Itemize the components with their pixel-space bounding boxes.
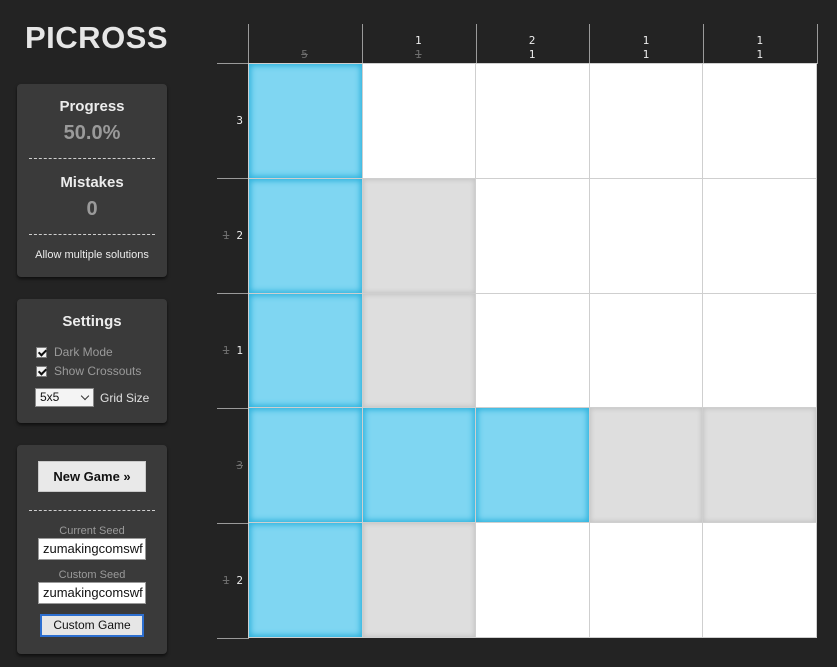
mistakes-value: 0	[86, 198, 98, 220]
grid-cell-empty[interactable]	[476, 178, 590, 294]
row-clue: 12	[217, 523, 243, 638]
column-clue: 5	[248, 24, 361, 62]
row-clue: 11	[217, 293, 243, 408]
grid-cell-empty[interactable]	[703, 293, 817, 409]
column-clue-divider	[817, 24, 818, 64]
puzzle-grid	[248, 63, 817, 638]
clue-number: 3	[236, 459, 243, 472]
progress-value: 50.0%	[63, 122, 121, 144]
row-clue: 3	[217, 63, 243, 178]
status-divider-1	[29, 158, 155, 159]
clue-number: 1	[222, 229, 230, 242]
show-crossouts-option[interactable]: Show Crossouts	[36, 364, 141, 378]
dark-mode-option[interactable]: Dark Mode	[36, 345, 113, 359]
grid-cell-empty[interactable]	[476, 293, 590, 409]
grid-cell-empty[interactable]	[476, 64, 590, 179]
clue-number: 1	[222, 344, 230, 357]
grid-cell-crossout[interactable]	[589, 408, 704, 524]
status-divider-2	[29, 234, 155, 235]
settings-panel: Settings Dark Mode Show Crossouts 5x5 Gr…	[17, 299, 167, 423]
allow-multiple-solutions-toggle[interactable]: Allow multiple solutions	[17, 249, 167, 261]
grid-cell-empty[interactable]	[589, 178, 704, 294]
grid-cell-empty[interactable]	[703, 523, 817, 638]
column-clue: 11	[362, 24, 475, 62]
dark-mode-checkbox[interactable]	[36, 346, 47, 358]
grid-cell-filled[interactable]	[249, 408, 363, 524]
grid-cell-empty[interactable]	[476, 523, 590, 638]
clue-number: 1	[528, 48, 536, 61]
clue-number: 1	[756, 48, 763, 61]
clue-number: 2	[528, 34, 536, 47]
grid-cell-filled[interactable]	[249, 178, 363, 294]
clue-number: 2	[236, 229, 243, 242]
current-seed-field[interactable]: zumakingcomswf	[38, 538, 146, 560]
grid-cell-filled[interactable]	[476, 408, 590, 524]
show-crossouts-checkbox[interactable]	[36, 365, 47, 377]
dark-mode-label: Dark Mode	[54, 345, 113, 359]
grid-cell-crossout[interactable]	[703, 408, 817, 524]
grid-cell-empty[interactable]	[703, 178, 817, 294]
row-clue-divider	[217, 638, 249, 639]
column-clue: 11	[589, 24, 702, 62]
grid-size-label: Grid Size	[100, 391, 150, 405]
clue-number: 1	[414, 34, 422, 47]
show-crossouts-label: Show Crossouts	[54, 364, 142, 378]
mistakes-label: Mistakes	[60, 174, 124, 191]
grid-cell-filled[interactable]	[362, 408, 477, 524]
app-title: PICROSS	[25, 20, 169, 55]
grid-cell-filled[interactable]	[249, 64, 363, 179]
grid-cell-filled[interactable]	[249, 293, 363, 409]
custom-seed-input[interactable]: zumakingcomswf	[38, 582, 146, 604]
grid-cell-empty[interactable]	[703, 64, 817, 179]
progress-label: Progress	[59, 98, 125, 115]
grid-cell-crossout[interactable]	[362, 293, 477, 409]
grid-size-select[interactable]: 5x5	[35, 388, 94, 407]
current-seed-label: Current Seed	[59, 525, 125, 537]
settings-heading: Settings	[62, 313, 122, 330]
game-panel: New Game » Current Seed zumakingcomswf C…	[17, 445, 167, 654]
grid-cell-filled[interactable]	[249, 523, 363, 638]
grid-cell-empty[interactable]	[589, 523, 704, 638]
clue-number: 1	[222, 574, 230, 587]
row-clue: 12	[217, 178, 243, 293]
custom-seed-label: Custom Seed	[58, 569, 126, 581]
puzzle-board: 511211111 31211312	[217, 24, 818, 639]
status-panel: Progress 50.0% Mistakes 0 Allow multiple…	[17, 84, 167, 277]
clue-number: 1	[236, 344, 243, 357]
chevron-down-icon	[80, 391, 90, 401]
clue-number: 5	[301, 48, 308, 61]
custom-game-button[interactable]: Custom Game	[40, 614, 144, 637]
row-clue: 3	[217, 408, 243, 523]
clue-number: 2	[236, 574, 243, 587]
game-divider	[29, 510, 155, 511]
clue-number: 1	[756, 34, 763, 47]
clue-number: 1	[414, 48, 422, 61]
grid-cell-empty[interactable]	[362, 64, 477, 179]
grid-size-value: 5x5	[40, 390, 60, 404]
grid-cell-empty[interactable]	[589, 64, 704, 179]
new-game-button[interactable]: New Game »	[38, 461, 146, 492]
grid-cell-empty[interactable]	[589, 293, 704, 409]
clue-number: 1	[642, 34, 650, 47]
clue-number: 1	[642, 48, 650, 61]
clue-number: 3	[236, 114, 243, 127]
grid-cell-crossout[interactable]	[362, 178, 477, 294]
column-clue: 11	[703, 24, 816, 62]
column-clue: 21	[476, 24, 589, 62]
grid-cell-crossout[interactable]	[362, 523, 477, 638]
